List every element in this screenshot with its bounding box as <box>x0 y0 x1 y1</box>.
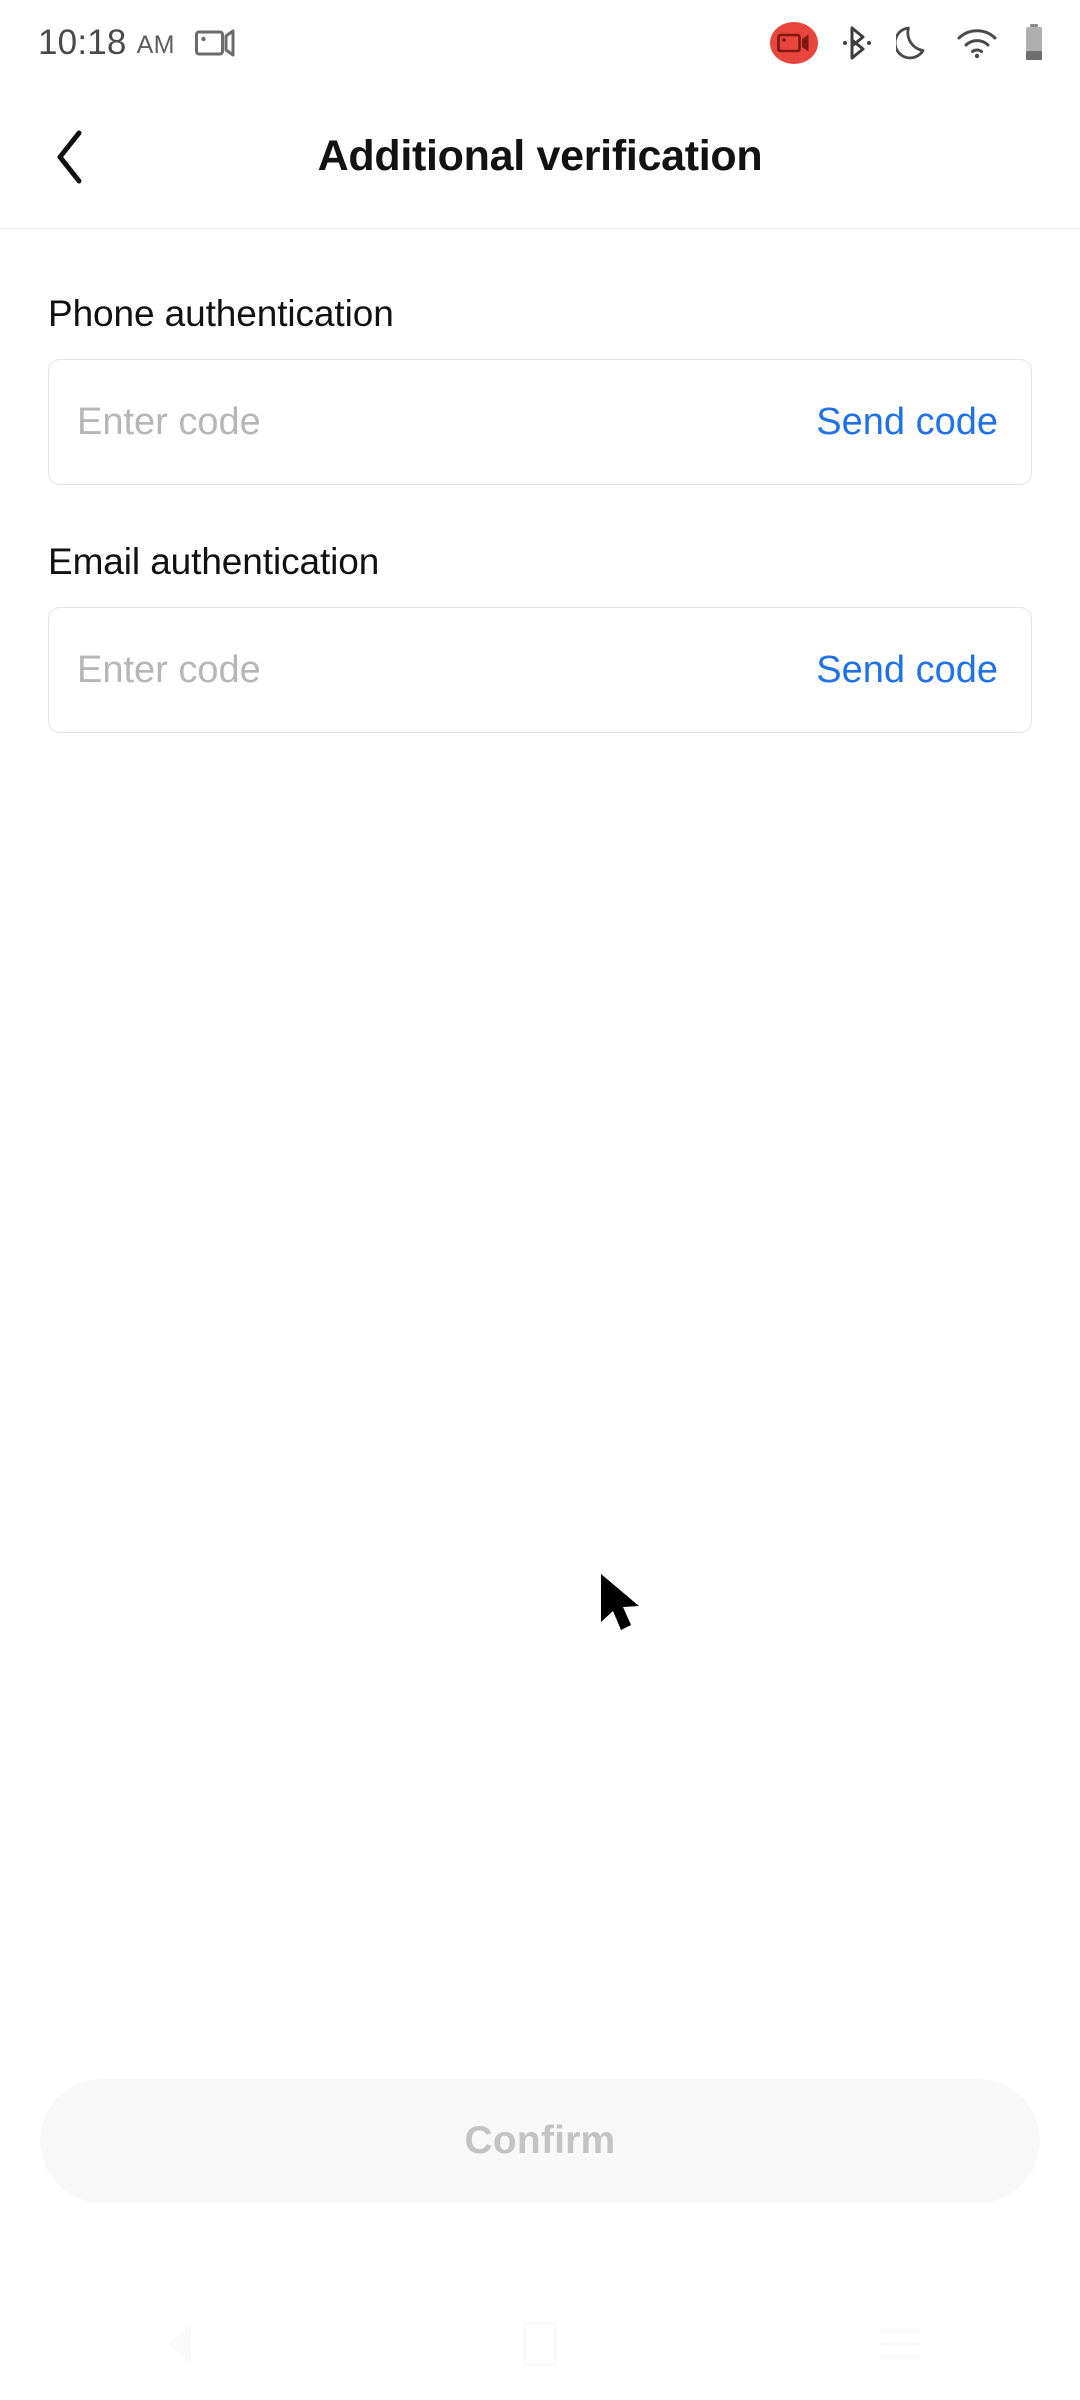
status-bar: 10:18 AM <box>0 0 1080 85</box>
main-content: Phone authentication Send code Email aut… <box>0 229 1080 733</box>
battery-icon <box>1022 23 1046 63</box>
bluetooth-icon <box>842 24 872 62</box>
nav-back-triangle-icon <box>169 2324 191 2364</box>
video-recording-outline-icon <box>194 27 237 59</box>
wifi-icon <box>956 26 998 60</box>
app-screen: 10:18 AM Additional verification Phone a… <box>0 0 1080 2400</box>
do-not-disturb-moon-icon <box>896 24 932 62</box>
chevron-left-icon <box>53 129 87 185</box>
nav-back-button[interactable] <box>90 2288 270 2400</box>
nav-home-button[interactable] <box>450 2288 630 2400</box>
status-time: 10:18 <box>38 23 127 62</box>
nav-home-square-icon <box>523 2322 557 2366</box>
app-header: Additional verification <box>0 85 1080 229</box>
system-navigation-bar <box>0 2288 1080 2400</box>
nav-recents-button[interactable] <box>810 2288 990 2400</box>
status-bar-left: 10:18 AM <box>38 25 237 60</box>
confirm-button[interactable]: Confirm <box>40 2079 1040 2203</box>
email-code-input-row[interactable]: Send code <box>48 607 1032 733</box>
nav-recents-lines-icon <box>880 2329 920 2359</box>
email-authentication-label: Email authentication <box>48 541 380 582</box>
back-button[interactable] <box>22 109 118 205</box>
status-ampm: AM <box>136 31 175 59</box>
page-title: Additional verification <box>317 132 763 180</box>
screen-record-active-icon <box>770 21 818 64</box>
phone-authentication-label: Phone authentication <box>48 293 394 334</box>
phone-authentication-group: Phone authentication Send code <box>0 293 1080 485</box>
email-authentication-group: Email authentication Send code <box>0 541 1080 733</box>
email-send-code-button[interactable]: Send code <box>796 649 998 692</box>
phone-send-code-button[interactable]: Send code <box>796 401 998 444</box>
phone-code-input-row[interactable]: Send code <box>48 359 1032 485</box>
mouse-cursor <box>594 1570 654 1640</box>
status-bar-right <box>770 21 1046 64</box>
phone-code-input[interactable] <box>77 360 797 484</box>
email-code-input[interactable] <box>77 608 797 732</box>
